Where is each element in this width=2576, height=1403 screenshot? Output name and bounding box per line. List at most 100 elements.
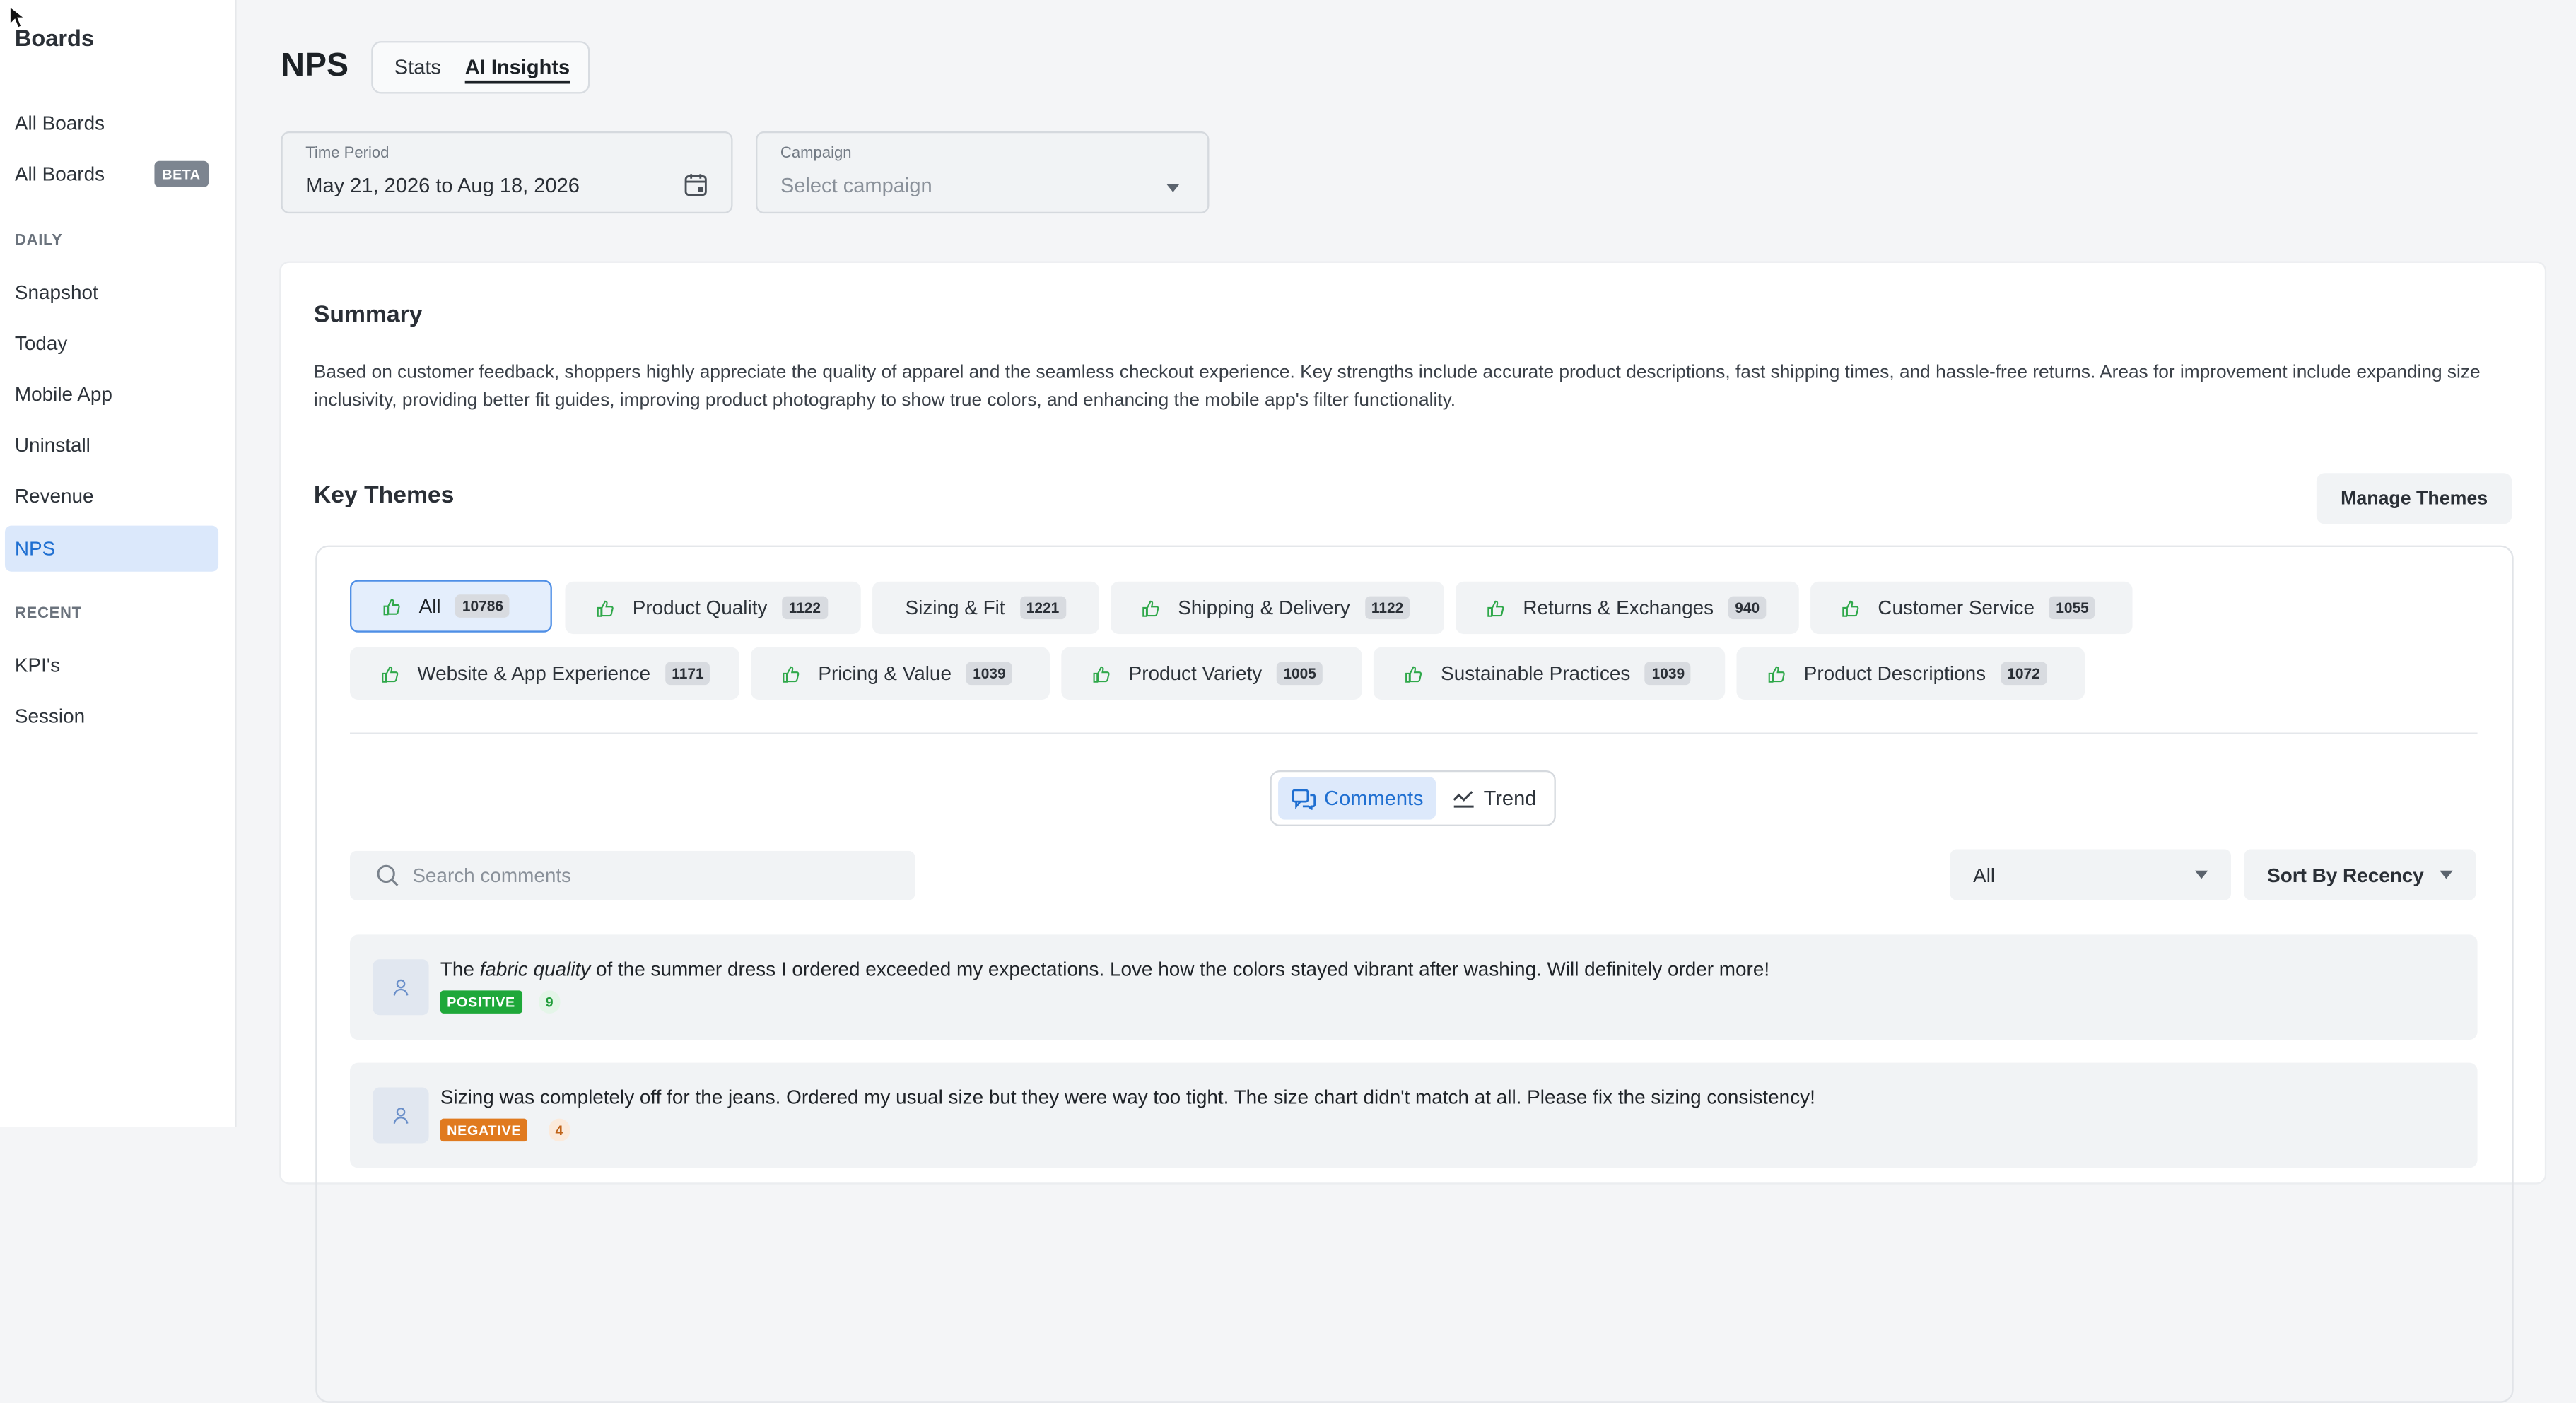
view-toggle: Comments Trend [1270,770,1556,826]
sidebar-item-label: Uninstall [14,433,90,457]
sidebar-item-revenue[interactable]: Revenue [5,473,218,519]
user-icon [373,959,429,1016]
field-label: Time Period [305,144,390,163]
thumbs-up-icon [382,665,399,682]
sidebar-item-session[interactable]: Session [5,693,218,739]
theme-chip-returns-exchanges[interactable]: Returns & Exchanges 940 [1456,581,1799,635]
manage-themes-button[interactable]: Manage Themes [2316,473,2512,524]
time-period-picker[interactable]: Time Period May 21, 2026 to Aug 18, 2026 [281,131,733,214]
comment-text: The fabric quality of the summer dress I… [440,957,1770,981]
theme-chip-count: 1171 [665,662,710,686]
sidebar-item-label: All Boards [14,163,105,186]
sidebar-item-nps[interactable]: NPS [4,525,219,572]
theme-chip-label: Sizing & Fit [905,596,1005,620]
theme-chip-product-variety[interactable]: Product Variety 1005 [1061,647,1362,700]
sidebar-item-snapshot[interactable]: Snapshot [5,269,218,315]
sentiment-badge: NEGATIVE [440,1118,528,1142]
sidebar-title: Boards [14,24,95,52]
thumbs-up-icon [1768,665,1785,682]
field-label: Campaign [780,144,852,163]
search-placeholder: Search comments [412,864,572,887]
summary-text: Based on customer feedback, shoppers hig… [313,363,2481,411]
chevron-down-icon [2194,870,2208,879]
theme-chip-product-quality[interactable]: Product Quality 1122 [565,581,861,635]
thumbs-up-icon [1093,665,1110,682]
comments-view-button[interactable]: Comments [1278,777,1437,820]
theme-chip-pricing-value[interactable]: Pricing & Value 1039 [751,647,1050,700]
theme-chip-label: Product Descriptions [1803,662,1986,686]
key-themes-heading: Key Themes [313,483,455,510]
theme-chip-label: Customer Service [1878,596,2035,620]
nps-score: 9 [539,990,560,1014]
sidebar-item-label: All Boards [14,112,105,135]
comment-item[interactable]: Sizing was completely off for the jeans.… [350,1062,2478,1168]
theme-chip-sizing-fit[interactable]: Sizing & Fit 1221 [872,581,1099,635]
campaign-select[interactable]: Campaign Select campaign [756,131,1210,214]
thumbs-up-icon [1405,665,1422,682]
cursor-icon [9,5,25,29]
theme-chip-count: 1122 [782,596,828,620]
insights-card: Summary Based on customer feedback, shop… [281,262,2545,1403]
nps-score: 4 [549,1118,570,1142]
page-title: NPS [281,47,349,84]
theme-chip-website-app-experience[interactable]: Website & App Experience 1171 [350,647,739,700]
highlighted-phrase: fabric quality [479,957,591,981]
theme-chip-label: Returns & Exchanges [1523,596,1714,620]
sidebar: Boards All Boards All Boards BETA DAILY … [0,0,237,1127]
comment-item[interactable]: The fabric quality of the summer dress I… [350,934,2478,1040]
sidebar-item-mobile-app[interactable]: Mobile App [5,371,218,417]
thumbs-up-icon [383,598,400,615]
theme-chip-shipping-delivery[interactable]: Shipping & Delivery 1122 [1111,581,1444,635]
sort-value: Sort By Recency [2267,863,2424,886]
sidebar-item-label: Mobile App [14,382,112,406]
theme-chip-label: Website & App Experience [417,662,651,686]
theme-chip-customer-service[interactable]: Customer Service 1055 [1810,581,2133,635]
theme-chip-label: All [418,594,441,618]
sidebar-item-kpis[interactable]: KPI's [5,642,218,688]
user-icon [373,1087,429,1144]
search-icon [377,864,399,886]
sidebar-item-today[interactable]: Today [5,320,218,366]
sidebar-item-label: Today [14,331,68,355]
chevron-down-icon [1166,184,1180,192]
theme-chip-count: 10786 [455,594,510,618]
theme-chip-count: 1221 [1019,596,1066,620]
sort-select[interactable]: Sort By Recency [2244,849,2476,900]
comments-icon [1292,788,1316,809]
tab-ai-insights[interactable]: AI Insights [464,56,570,84]
sidebar-item-all-boards-beta[interactable]: All Boards BETA [5,151,218,197]
thumbs-up-icon [1842,599,1859,616]
sentiment-badge: POSITIVE [440,990,522,1014]
view-tabs: Stats AI Insights [371,41,590,94]
theme-chip-all[interactable]: All 10786 [350,580,552,633]
sentiment-filter-select[interactable]: All [1950,849,2231,900]
section-heading-daily: DAILY [14,231,63,250]
sidebar-item-all-boards[interactable]: All Boards [5,100,218,146]
theme-chip-count: 1039 [966,662,1013,686]
theme-chip-product-descriptions[interactable]: Product Descriptions 1072 [1736,647,2085,700]
thumbs-up-icon [597,599,614,616]
theme-chip-sustainable-practices[interactable]: Sustainable Practices 1039 [1373,647,1726,700]
trend-icon [1453,791,1474,808]
theme-chip-label: Pricing & Value [818,662,952,686]
sidebar-item-uninstall[interactable]: Uninstall [5,422,218,468]
sidebar-item-label: Snapshot [14,281,98,304]
time-period-value: May 21, 2026 to Aug 18, 2026 [305,174,580,197]
thumbs-up-icon [1487,599,1504,616]
tab-stats[interactable]: Stats [394,56,441,79]
trend-view-label: Trend [1483,787,1537,810]
sidebar-item-label: NPS [14,536,56,560]
beta-badge: BETA [153,160,209,187]
theme-chip-label: Shipping & Delivery [1178,596,1350,620]
thumbs-up-icon [1142,599,1159,616]
search-input[interactable]: Search comments [350,850,915,900]
calendar-icon[interactable] [684,172,708,205]
theme-chip-count: 940 [1728,596,1767,620]
themes-panel: All 10786 Product Quality 1122 Sizing & … [315,545,2514,1403]
campaign-placeholder: Select campaign [780,174,932,197]
theme-chip-count: 1005 [1277,662,1323,686]
trend-view-button[interactable]: Trend [1439,777,1550,819]
theme-chip-count: 1055 [2049,596,2096,620]
theme-chip-count: 1072 [2000,662,2047,686]
theme-chip-count: 1039 [1645,662,1692,686]
